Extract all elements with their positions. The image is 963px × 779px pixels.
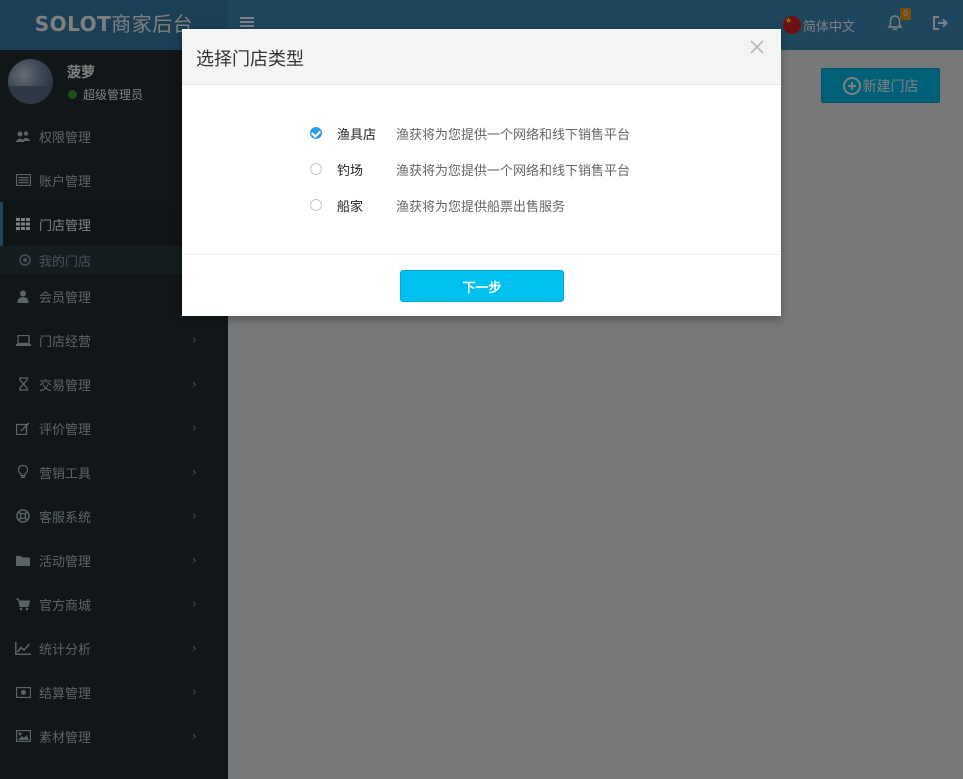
modal-title: 选择门店类型 (196, 49, 304, 70)
option-name: 渔具店 (337, 128, 377, 143)
option-description: 渔获将为您提供一个网络和线下销售平台 (396, 128, 631, 143)
option-description: 渔获将为您提供船票出售服务 (396, 200, 566, 215)
store-type-option-fishing-ground[interactable]: 钓场 渔获将为您提供一个网络和线下销售平台 (310, 159, 630, 179)
radio-unchecked-icon[interactable] (310, 199, 322, 211)
radio-unchecked-icon[interactable] (310, 163, 322, 175)
store-type-modal: 选择门店类型 渔具店 渔获将为您提供一个网络和线下销售平台 钓场 渔获将为您提供… (182, 29, 781, 316)
option-name: 船家 (337, 200, 364, 215)
close-icon[interactable] (749, 39, 767, 63)
option-name: 钓场 (337, 164, 364, 179)
modal-body: 渔具店 渔获将为您提供一个网络和线下销售平台 钓场 渔获将为您提供一个网络和线下… (182, 85, 781, 254)
store-type-option-tackle-shop[interactable]: 渔具店 渔获将为您提供一个网络和线下销售平台 (310, 123, 630, 143)
radio-checked-icon[interactable] (310, 127, 322, 139)
next-step-button[interactable]: 下一步 (400, 270, 564, 302)
store-type-option-boat-owner[interactable]: 船家 渔获将为您提供船票出售服务 (310, 195, 565, 215)
option-description: 渔获将为您提供一个网络和线下销售平台 (396, 164, 631, 179)
modal-footer: 下一步 (182, 254, 781, 316)
modal-header: 选择门店类型 (182, 29, 781, 85)
